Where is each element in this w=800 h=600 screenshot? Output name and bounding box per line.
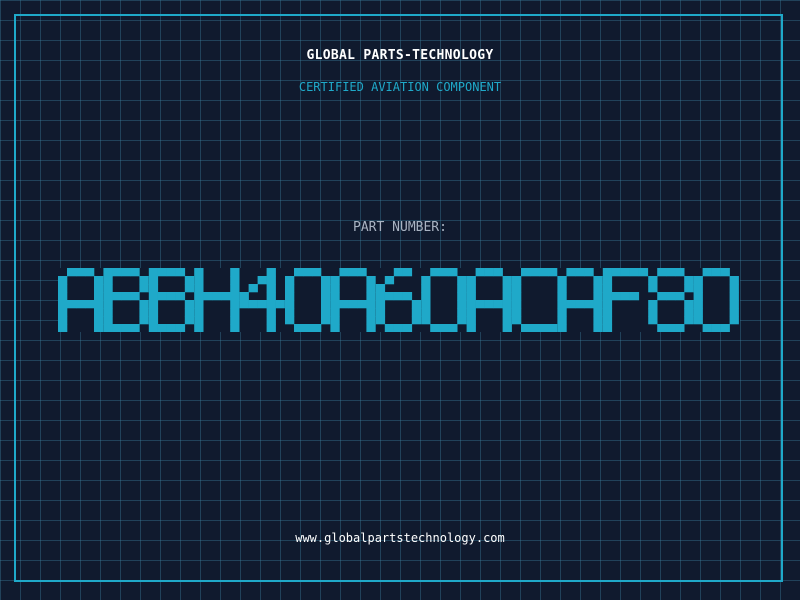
part-number-char — [194, 268, 240, 332]
part-number-char — [466, 268, 512, 332]
website-url: www.globalpartstechnology.com — [295, 531, 505, 545]
part-number-char — [648, 268, 694, 332]
part-number-char — [103, 268, 149, 332]
certification-subtitle: CERTIFIED AVIATION COMPONENT — [298, 80, 502, 94]
part-number-char — [602, 268, 649, 332]
part-number-char — [375, 268, 422, 332]
part-number-char — [421, 268, 467, 332]
part-number-char — [239, 268, 285, 332]
part-number-char — [285, 268, 331, 332]
part-number-char — [512, 268, 558, 332]
company-name: GLOBAL PARTS-TECHNOLOGY — [306, 48, 494, 63]
part-number-char — [693, 268, 739, 332]
part-number-char — [557, 268, 603, 332]
part-number-display — [58, 268, 740, 332]
part-number-label: PART NUMBER: — [353, 220, 447, 235]
part-number-char — [330, 268, 376, 332]
part-number-pixel-text — [58, 268, 739, 332]
part-number-char — [58, 268, 104, 332]
certificate-card: GLOBAL PARTS-TECHNOLOGY CERTIFIED AVIATI… — [0, 0, 800, 600]
part-number-char — [148, 268, 195, 332]
